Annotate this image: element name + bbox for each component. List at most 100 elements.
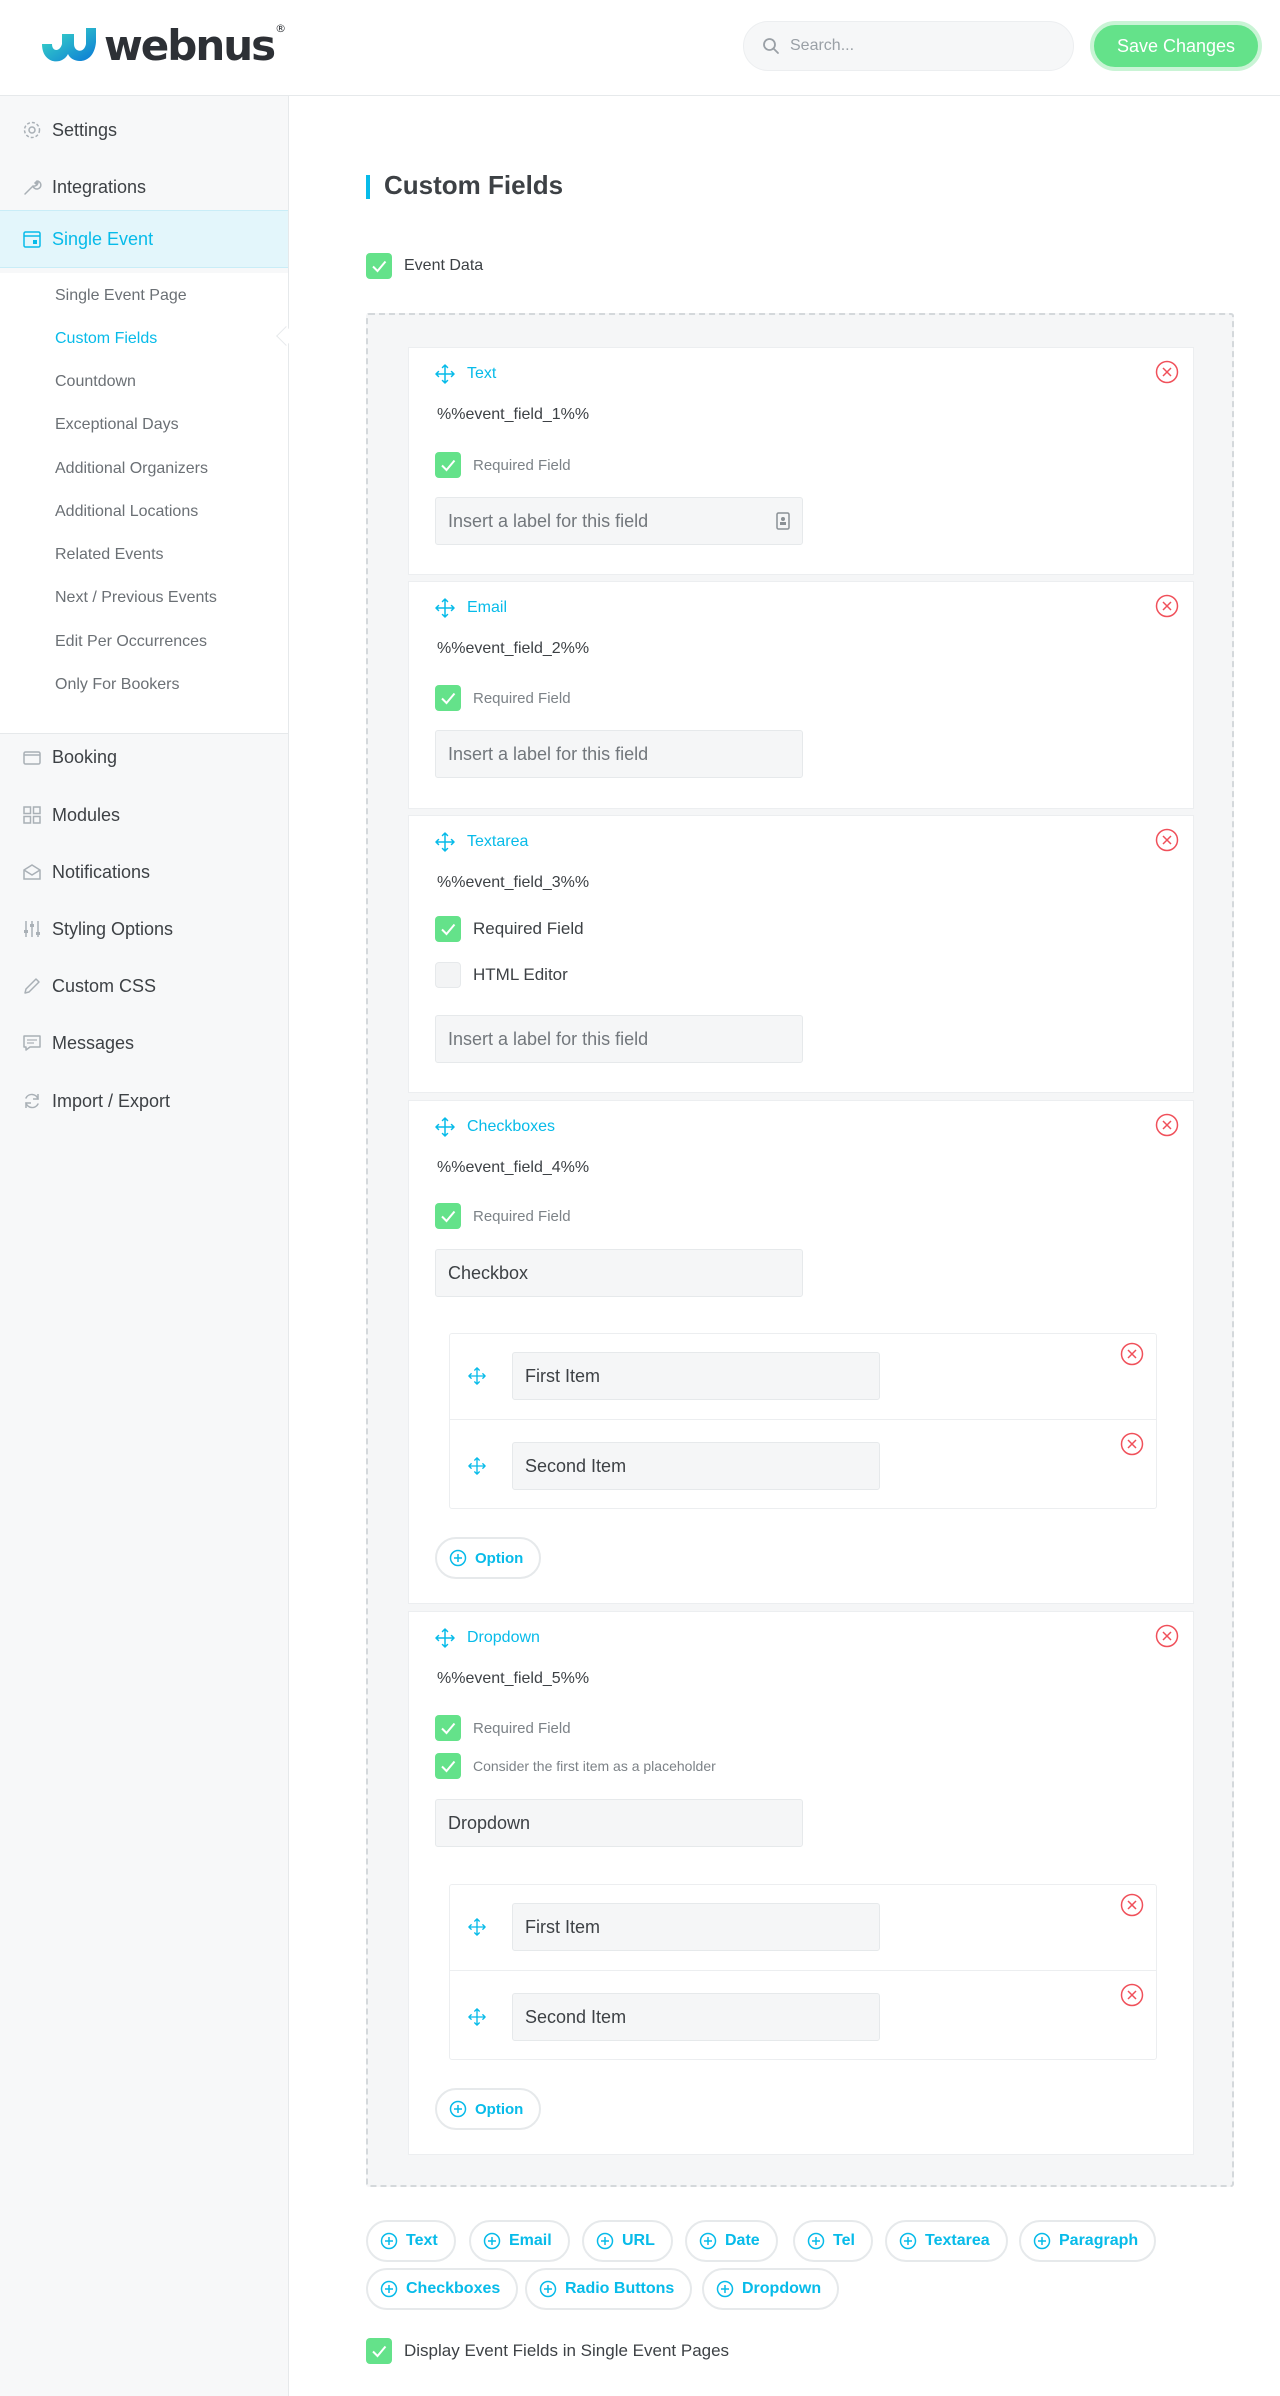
subnav-item-additional-locations[interactable]: Additional Locations: [55, 503, 198, 521]
first-item-placeholder-toggle[interactable]: Consider the first item as a placeholder: [435, 1753, 716, 1779]
field-type-header[interactable]: Text: [435, 364, 496, 384]
field-label-input[interactable]: Insert a label for this field: [435, 1015, 803, 1063]
event-data-label: Event Data: [404, 257, 484, 274]
field-label-placeholder: Insert a label for this field: [448, 743, 649, 764]
search-input[interactable]: [790, 37, 1050, 55]
webnus-logo[interactable]: webnus®: [38, 22, 286, 70]
subnav-item-next-previous-events[interactable]: Next / Previous Events: [55, 589, 217, 607]
required-checkbox[interactable]: [435, 1203, 461, 1229]
field-type-header[interactable]: Email: [435, 598, 507, 618]
drag-move-icon[interactable]: [468, 1918, 486, 1936]
required-checkbox[interactable]: [435, 1715, 461, 1741]
subnav-item-only-for-bookers[interactable]: Only For Bookers: [55, 676, 179, 694]
sidebar-item-settings[interactable]: Settings: [0, 102, 288, 158]
subnav-item-exceptional-days[interactable]: Exceptional Days: [55, 416, 179, 434]
drag-move-icon[interactable]: [435, 1117, 455, 1137]
field-label-value: Dropdown: [448, 1812, 531, 1833]
field-label-input[interactable]: Insert a label for this field: [435, 730, 803, 778]
plus-circle-icon: [596, 2232, 614, 2250]
required-field-toggle[interactable]: Required Field: [435, 452, 571, 478]
add-option-button[interactable]: Option: [435, 2088, 542, 2130]
remove-field-icon[interactable]: [1155, 1624, 1179, 1648]
drag-move-icon[interactable]: [468, 2008, 486, 2026]
required-checkbox[interactable]: [435, 452, 461, 478]
remove-option-icon[interactable]: [1120, 1983, 1144, 2007]
remove-field-icon[interactable]: [1155, 1113, 1179, 1137]
required-field-toggle[interactable]: Required Field: [435, 1715, 571, 1741]
required-field-toggle[interactable]: Required Field: [435, 916, 584, 942]
sidebar-item-single-event[interactable]: Single Event: [0, 210, 288, 268]
subnav-item-custom-fields[interactable]: Custom Fields: [55, 330, 157, 348]
event-data-checkbox[interactable]: [366, 253, 392, 279]
option-input[interactable]: Second Item: [512, 1442, 880, 1490]
remove-option-icon[interactable]: [1120, 1432, 1144, 1456]
drag-move-icon[interactable]: [435, 364, 455, 384]
drag-move-icon[interactable]: [468, 1457, 486, 1475]
drag-move-icon[interactable]: [435, 832, 455, 852]
sidebar-item-integrations[interactable]: Integrations: [0, 159, 288, 215]
add-option-button[interactable]: Option: [435, 1537, 542, 1579]
sidebar-item-label: Booking: [52, 746, 118, 767]
add-radio-buttons-field-button[interactable]: Radio Buttons: [525, 2268, 693, 2310]
sidebar-item-notifications[interactable]: Notifications: [0, 844, 288, 900]
required-field-toggle[interactable]: Required Field: [435, 685, 571, 711]
add-email-field-button[interactable]: Email: [469, 2220, 570, 2262]
remove-field-icon[interactable]: [1155, 828, 1179, 852]
subnav-item-additional-organizers[interactable]: Additional Organizers: [55, 460, 208, 478]
remove-option-icon[interactable]: [1120, 1893, 1144, 1917]
field-label-input[interactable]: Checkbox: [435, 1249, 803, 1297]
drag-move-icon[interactable]: [468, 1367, 486, 1385]
event-data-toggle[interactable]: Event Data: [366, 253, 483, 279]
subnav-item-countdown[interactable]: Countdown: [55, 373, 136, 391]
required-field-toggle[interactable]: Required Field: [435, 1203, 571, 1229]
subnav-item-single-event-page[interactable]: Single Event Page: [55, 287, 187, 305]
sidebar-item-custom-css[interactable]: Custom CSS: [0, 958, 288, 1014]
sidebar-item-styling-options[interactable]: Styling Options: [0, 901, 288, 957]
field-label-input[interactable]: Insert a label for this field: [435, 497, 803, 545]
subnav-item-edit-per-occurrences[interactable]: Edit Per Occurrences: [55, 633, 207, 651]
display-event-fields-checkbox[interactable]: [366, 2338, 392, 2364]
sidebar-item-label: Single Event: [52, 228, 154, 249]
add-field-label: Tel: [833, 2232, 855, 2249]
add-paragraph-field-button[interactable]: Paragraph: [1019, 2220, 1157, 2262]
add-dropdown-field-button[interactable]: Dropdown: [702, 2268, 840, 2310]
add-date-field-button[interactable]: Date: [685, 2220, 778, 2262]
chat-icon: [22, 1033, 42, 1053]
required-checkbox[interactable]: [435, 685, 461, 711]
sidebar-item-booking[interactable]: Booking: [0, 729, 288, 785]
remove-field-icon[interactable]: [1155, 594, 1179, 618]
html-editor-checkbox[interactable]: [435, 962, 461, 988]
subnav-item-related-events[interactable]: Related Events: [55, 546, 164, 564]
field-type-header[interactable]: Textarea: [435, 832, 528, 852]
drag-move-icon[interactable]: [435, 1628, 455, 1648]
sidebar-item-label: Styling Options: [52, 918, 174, 939]
add-checkboxes-field-button[interactable]: Checkboxes: [366, 2268, 519, 2310]
required-checkbox[interactable]: [435, 916, 461, 942]
html-editor-toggle[interactable]: HTML Editor: [435, 962, 568, 988]
display-event-fields-toggle[interactable]: Display Event Fields in Single Event Pag…: [366, 2338, 729, 2364]
contact-card-icon: [776, 512, 790, 530]
sidebar: Settings Integrations Single Event Singl…: [0, 96, 296, 2396]
add-textarea-field-button[interactable]: Textarea: [885, 2220, 1008, 2262]
option-input[interactable]: First Item: [512, 1352, 880, 1400]
option-input[interactable]: First Item: [512, 1903, 880, 1951]
field-placeholder-code: %%event_field_3%%: [437, 874, 590, 891]
sidebar-item-messages[interactable]: Messages: [0, 1015, 288, 1071]
field-type-header[interactable]: Dropdown: [435, 1628, 540, 1648]
display-event-fields-label: Display Event Fields in Single Event Pag…: [404, 2341, 730, 2360]
add-field-label: Dropdown: [742, 2280, 822, 2297]
add-tel-field-button[interactable]: Tel: [793, 2220, 873, 2262]
remove-option-icon[interactable]: [1120, 1342, 1144, 1366]
search-box[interactable]: [743, 21, 1074, 71]
first-item-placeholder-checkbox[interactable]: [435, 1753, 461, 1779]
field-label-input[interactable]: Dropdown: [435, 1799, 803, 1847]
add-text-field-button[interactable]: Text: [366, 2220, 456, 2262]
sidebar-item-modules[interactable]: Modules: [0, 787, 288, 843]
remove-field-icon[interactable]: [1155, 360, 1179, 384]
field-type-header[interactable]: Checkboxes: [435, 1117, 555, 1137]
sidebar-item-import-export[interactable]: Import / Export: [0, 1073, 288, 1129]
option-input[interactable]: Second Item: [512, 1993, 880, 2041]
save-changes-button[interactable]: Save Changes: [1090, 21, 1262, 71]
drag-move-icon[interactable]: [435, 598, 455, 618]
add-url-field-button[interactable]: URL: [582, 2220, 673, 2262]
